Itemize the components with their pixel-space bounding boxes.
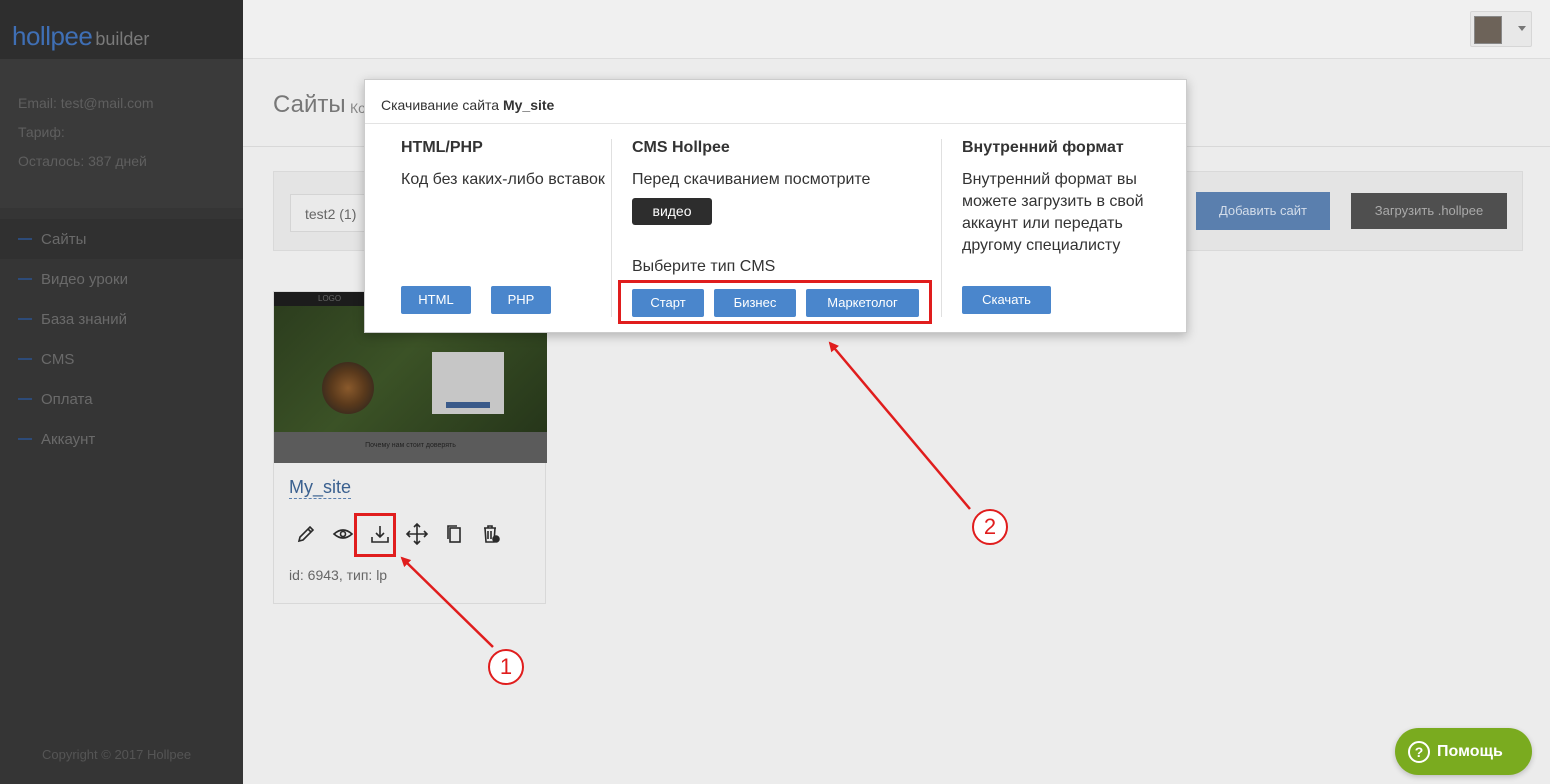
annotation-badge-2: 2 — [972, 509, 1008, 545]
sidebar-item-label: Сайты — [41, 230, 87, 248]
upload-hollpee-button[interactable]: Загрузить .hollpee — [1351, 193, 1507, 229]
download-highlight-box — [354, 513, 396, 557]
sidebar-item-knowledge[interactable]: База знаний — [0, 299, 243, 339]
column-divider — [941, 139, 942, 317]
page-title: Сайты — [273, 91, 346, 118]
html-download-button[interactable]: HTML — [401, 286, 471, 314]
sidebar-item-cms[interactable]: CMS — [0, 339, 243, 379]
sidebar-item-sites[interactable]: Сайты — [0, 219, 243, 259]
user-remaining: Осталось: 387 дней — [18, 153, 147, 169]
sidebar-item-label: CMS — [41, 350, 75, 368]
annotation-badge-1: 1 — [488, 649, 524, 685]
sidebar-item-label: Аккаунт — [41, 430, 96, 448]
sidebar-item-label: Оплата — [41, 390, 93, 408]
thumbnail-form — [432, 352, 504, 414]
dash-icon — [18, 398, 32, 400]
html-php-heading: HTML/PHP — [401, 139, 483, 156]
site-card: LOGO Почему нам стоит доверять My_site i… — [273, 291, 547, 604]
modal-title: Скачивание сайта My_site — [365, 80, 1186, 124]
dash-icon — [18, 278, 32, 280]
chevron-down-icon — [1518, 26, 1526, 31]
move-icon[interactable] — [398, 521, 435, 547]
logo-text-secondary: builder — [95, 29, 150, 49]
dash-icon — [18, 438, 32, 440]
cms-column: CMS Hollpee Перед скачиванием посмотрите — [632, 139, 942, 191]
dash-icon — [18, 358, 32, 360]
internal-format-column: Внутренний формат Внутренний формат вы м… — [962, 139, 1162, 257]
help-label: Помощь — [1437, 742, 1503, 760]
add-site-button[interactable]: Добавить сайт — [1196, 192, 1330, 230]
delete-icon[interactable] — [472, 521, 509, 547]
logo-text-primary: hollpee — [12, 21, 93, 51]
sidebar-item-account[interactable]: Аккаунт — [0, 419, 243, 459]
modal-title-prefix: Скачивание сайта — [381, 97, 500, 113]
html-php-column: HTML/PHP Код без каких-либо вставок — [401, 139, 611, 191]
cms-heading: CMS Hollpee — [632, 139, 730, 156]
sidebar: hollpee builder Email: test@mail.com Тари… — [0, 0, 243, 784]
question-icon: ? — [1408, 740, 1430, 763]
sidebar-item-label: База знаний — [41, 310, 127, 328]
user-email: Email: test@mail.com — [18, 95, 154, 111]
modal-title-site: My_site — [502, 97, 555, 113]
column-divider — [611, 139, 612, 317]
edit-icon[interactable] — [287, 521, 324, 547]
top-bar — [243, 0, 1550, 59]
sidebar-item-label: Видео уроки — [41, 270, 128, 288]
cms-description: Перед скачиванием посмотрите — [632, 171, 871, 188]
video-button[interactable]: видео — [632, 198, 712, 225]
dash-icon — [18, 238, 32, 240]
internal-format-description: Внутренний формат вы можете загрузить в … — [962, 171, 1144, 254]
help-button[interactable]: ? Помощь — [1395, 728, 1532, 775]
avatar — [1474, 16, 1502, 44]
site-name-link[interactable]: My_site — [289, 476, 352, 499]
html-php-description: Код без каких-либо вставок — [401, 171, 605, 188]
php-download-button[interactable]: PHP — [491, 286, 551, 314]
thumbnail-eye-image — [322, 362, 374, 414]
sidebar-item-video[interactable]: Видео уроки — [0, 259, 243, 299]
thumbnail-caption: Почему нам стоит доверять — [274, 432, 547, 463]
cms-type-label: Выберите тип CMS — [632, 258, 776, 275]
sidebar-nav: Сайты Видео уроки База знаний CMS Оплата… — [0, 208, 243, 459]
arrow-2 — [828, 341, 971, 510]
site-meta: id: 6943, тип: lp — [289, 567, 388, 583]
sidebar-item-payment[interactable]: Оплата — [0, 379, 243, 419]
internal-download-button[interactable]: Скачать — [962, 286, 1051, 314]
user-info: Email: test@mail.com Тариф: Осталось: 38… — [0, 59, 243, 208]
dash-icon — [18, 318, 32, 320]
copyright: Copyright © 2017 Hollpee — [42, 747, 192, 762]
cms-highlight-box — [618, 280, 932, 324]
copy-icon[interactable] — [435, 521, 472, 547]
thumbnail-form-button — [446, 402, 490, 408]
logo[interactable]: hollpee builder — [0, 0, 243, 59]
internal-format-heading: Внутренний формат — [962, 139, 1124, 156]
user-plan: Тариф: — [18, 124, 65, 140]
site-actions — [287, 521, 509, 547]
